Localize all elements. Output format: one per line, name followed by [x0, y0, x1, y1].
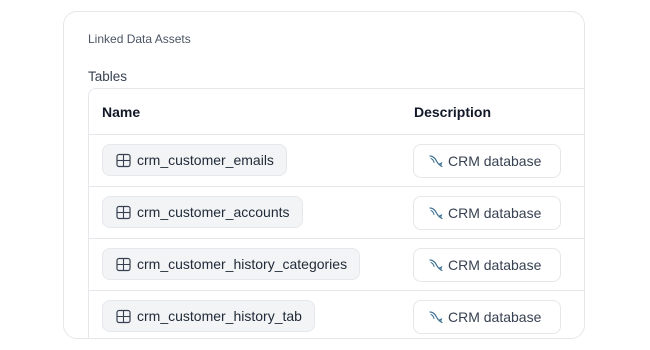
- card-title: Linked Data Assets: [88, 32, 191, 46]
- description-text: CRM database: [448, 153, 542, 169]
- table-grid-icon: [116, 153, 131, 168]
- column-header-description: Description: [414, 104, 492, 120]
- mysql-dolphin-icon: [428, 309, 444, 325]
- description-text: CRM database: [448, 309, 542, 325]
- table-name-chip[interactable]: crm_customer_history_tab: [102, 300, 315, 332]
- table-name: crm_customer_history_tab: [137, 308, 302, 324]
- table-name-chip[interactable]: crm_customer_emails: [102, 144, 287, 176]
- table-grid-icon: [116, 257, 131, 272]
- table-header-row: Name Description: [89, 89, 584, 135]
- description-text: CRM database: [448, 205, 542, 221]
- description-chip[interactable]: CRM database: [413, 248, 562, 282]
- table-grid-icon: [116, 205, 131, 220]
- table-row: crm_customer_emails CRM database: [89, 135, 584, 187]
- table-name-chip[interactable]: crm_customer_history_categories: [102, 248, 361, 280]
- table-name-chip[interactable]: crm_customer_accounts: [102, 196, 303, 228]
- mysql-dolphin-icon: [428, 257, 444, 273]
- table-row: crm_customer_history_tab CRM database: [89, 291, 584, 338]
- column-header-name: Name: [102, 104, 141, 120]
- description-text: CRM database: [448, 257, 542, 273]
- description-chip[interactable]: CRM database: [413, 300, 562, 334]
- linked-data-assets-card: Linked Data Assets Tables Name Descripti…: [63, 11, 585, 339]
- description-chip[interactable]: CRM database: [413, 196, 562, 230]
- table-row: crm_customer_accounts CRM database: [89, 187, 584, 239]
- table-row: crm_customer_history_categories CRM data…: [89, 239, 584, 291]
- mysql-dolphin-icon: [428, 205, 444, 221]
- table-name: crm_customer_accounts: [137, 204, 290, 220]
- tables-table: Name Description crm_customer_emails CRM…: [88, 88, 584, 338]
- section-label-tables: Tables: [88, 69, 128, 84]
- table-name: crm_customer_history_categories: [137, 256, 348, 272]
- table-name: crm_customer_emails: [137, 152, 274, 168]
- description-chip[interactable]: CRM database: [413, 144, 562, 178]
- mysql-dolphin-icon: [428, 153, 444, 169]
- table-grid-icon: [116, 309, 131, 324]
